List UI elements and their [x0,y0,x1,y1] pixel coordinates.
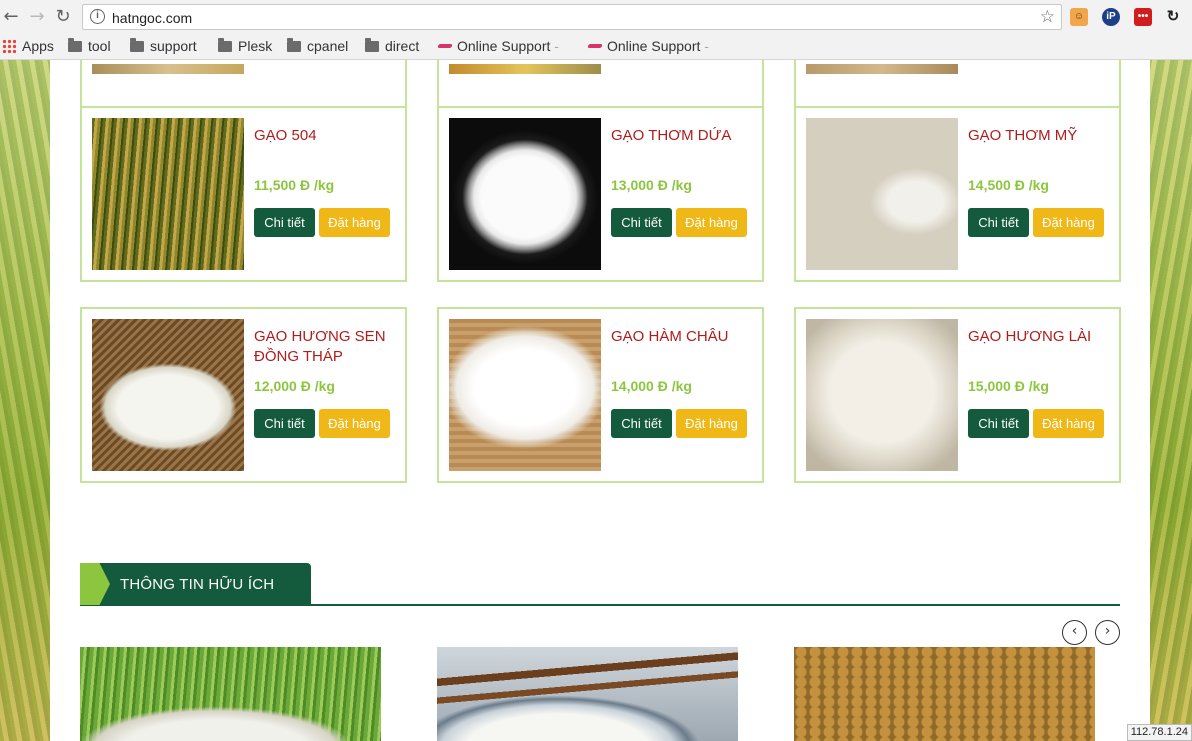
folder-icon [130,38,144,52]
bookmark-folder-support[interactable]: support [130,36,197,56]
product-image[interactable] [806,118,958,270]
order-button[interactable]: Đặt hàng [676,208,747,237]
product-card: GẠO HƯƠNG SEN ĐỒNG THÁP 12,000 Đ /kg Chi… [80,307,407,483]
product-price: 13,000 Đ /kg [611,177,692,193]
chevron-decoration-icon [80,563,110,605]
news-thumbnail[interactable] [80,647,381,741]
bookmark-apps[interactable]: Apps [2,36,54,56]
folder-icon [68,38,82,52]
bookmark-folder-direct[interactable]: direct [365,36,419,56]
useful-info-heading: THÔNG TIN HỮU ÍCH [80,563,1120,606]
extension-ip-icon[interactable]: iP [1102,8,1120,26]
chevron-left-icon: ‹ [1071,623,1078,639]
product-image[interactable] [806,319,958,471]
product-price: 11,500 Đ /kg [254,177,335,193]
extension-sync-icon[interactable]: ↻ [1164,8,1182,26]
browser-chrome: ← → ↻ i hatngoc.com ☆ ☺ iP ••• ↻ Apps to… [0,0,1192,60]
product-name[interactable]: GẠO 504 [254,126,394,146]
order-button[interactable]: Đặt hàng [319,208,390,237]
folder-icon [218,38,232,52]
ip-address-badge: 112.78.1.24 [1126,724,1192,741]
product-image[interactable] [92,118,244,270]
product-name[interactable]: GẠO HÀM CHÂU [611,327,751,347]
product-price: 14,500 Đ /kg [968,177,1049,193]
bookmark-folder-plesk[interactable]: Plesk [218,36,272,56]
address-bar[interactable]: i hatngoc.com ☆ [82,4,1062,30]
site-info-icon[interactable]: i [90,9,105,24]
order-button[interactable]: Đặt hàng [319,409,390,438]
detail-button[interactable]: Chi tiết [611,409,672,438]
online-support-icon [588,41,602,51]
chevron-right-icon: › [1104,623,1111,639]
main-content: GẠO 504 11,500 Đ /kg Chi tiết Đặt hàng G… [50,60,1150,741]
folder-icon [287,38,301,52]
product-card: GẠO HƯƠNG LÀI 15,000 Đ /kg Chi tiết Đặt … [794,307,1121,483]
browser-toolbar: ← → ↻ i hatngoc.com ☆ ☺ iP ••• ↻ [0,0,1192,34]
product-card: GẠO THƠM DỨA 13,000 Đ /kg Chi tiết Đặt h… [437,106,764,282]
detail-button[interactable]: Chi tiết [968,409,1029,438]
apps-grid-icon [2,39,16,53]
bookmark-online-support-2[interactable]: Online Support - [588,36,709,56]
product-card: GẠO 504 11,500 Đ /kg Chi tiết Đặt hàng [80,106,407,282]
extension-face-icon[interactable]: ☺ [1070,8,1088,26]
forward-arrow-icon[interactable]: → [26,6,48,28]
product-name[interactable]: GẠO HƯƠNG SEN ĐỒNG THÁP [254,327,394,367]
bookmark-star-icon[interactable]: ☆ [1040,7,1055,27]
order-button[interactable]: Đặt hàng [1033,208,1104,237]
order-button[interactable]: Đặt hàng [1033,409,1104,438]
product-card: GẠO HÀM CHÂU 14,000 Đ /kg Chi tiết Đặt h… [437,307,764,483]
detail-button[interactable]: Chi tiết [611,208,672,237]
product-name[interactable]: GẠO HƯƠNG LÀI [968,327,1108,347]
product-image[interactable] [449,118,601,270]
bookmark-online-support-1[interactable]: Online Support - [438,36,559,56]
extension-dots-icon[interactable]: ••• [1134,8,1152,26]
bookmark-folder-cpanel[interactable]: cpanel [287,36,348,56]
product-image[interactable] [806,64,958,74]
product-image[interactable] [92,319,244,471]
folder-icon [365,38,379,52]
detail-button[interactable]: Chi tiết [254,409,315,438]
section-title: THÔNG TIN HỮU ÍCH [120,576,275,593]
product-name[interactable]: GẠO THƠM DỨA [611,126,751,146]
product-image[interactable] [92,64,244,74]
product-price: 15,000 Đ /kg [968,378,1049,394]
product-price: 12,000 Đ /kg [254,378,335,394]
section-title-tab: THÔNG TIN HỮU ÍCH [80,563,311,605]
carousel-next-button[interactable]: › [1095,620,1120,645]
detail-button[interactable]: Chi tiết [968,208,1029,237]
product-image[interactable] [449,319,601,471]
news-thumbnail[interactable] [437,647,738,741]
reload-icon[interactable]: ↻ [52,6,74,28]
online-support-icon [438,41,452,51]
back-arrow-icon[interactable]: ← [0,6,22,28]
url-text[interactable]: hatngoc.com [112,10,192,26]
detail-button[interactable]: Chi tiết [254,208,315,237]
bookmark-folder-tool[interactable]: tool [68,36,111,56]
carousel-prev-button[interactable]: ‹ [1062,620,1087,645]
product-price: 14,000 Đ /kg [611,378,692,394]
bookmarks-bar: Apps tool support Plesk cpanel direct On… [0,34,1192,58]
product-image[interactable] [449,64,601,74]
order-button[interactable]: Đặt hàng [676,409,747,438]
news-thumbnail[interactable] [794,647,1095,741]
product-name[interactable]: GẠO THƠM MỸ [968,126,1108,146]
product-card: GẠO THƠM MỸ 14,500 Đ /kg Chi tiết Đặt hà… [794,106,1121,282]
